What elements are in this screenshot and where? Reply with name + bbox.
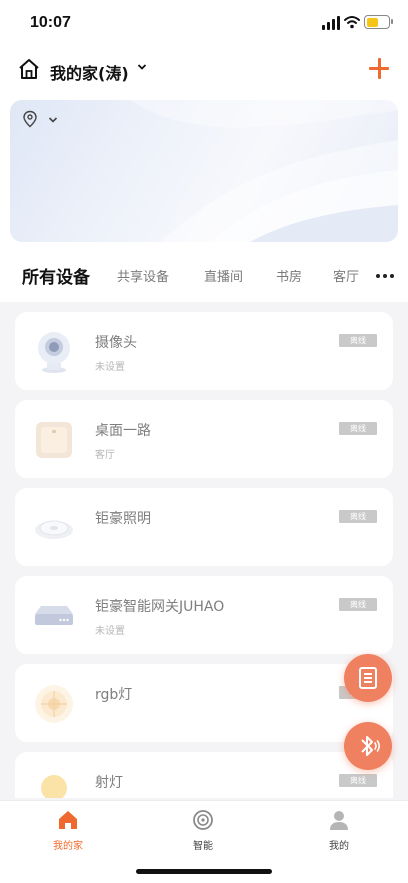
bluetooth-icon: [361, 736, 381, 756]
bulb-icon: [41, 775, 67, 798]
smart-icon: [193, 810, 213, 830]
tab-living-room[interactable]: 客厅: [333, 266, 359, 285]
status-badge: 离线: [339, 598, 377, 611]
device-room: 未设置: [95, 626, 125, 637]
nav-item-my-home[interactable]: 我的家: [38, 809, 98, 852]
tab-live-room[interactable]: 直播间: [204, 266, 243, 285]
device-name: 桌面一路: [95, 423, 151, 439]
device-card[interactable]: 射灯 离线: [15, 752, 393, 798]
status-time: 10:07: [30, 14, 71, 31]
ceiling-light-icon: [35, 520, 73, 539]
battery-level: [366, 17, 378, 27]
notes-fab-button[interactable]: [344, 654, 392, 702]
status-badge: 离线: [339, 510, 377, 523]
tab-all-devices[interactable]: 所有设备: [22, 263, 90, 288]
nav-label: 我的家: [53, 841, 83, 852]
battery-icon: [364, 15, 393, 29]
device-card[interactable]: 摄像头 未设置 离线: [15, 312, 393, 390]
device-name: 钜豪智能网关JUHAO: [95, 599, 225, 615]
bluetooth-fab-button[interactable]: [344, 722, 392, 770]
device-name: 钜豪照明: [95, 511, 151, 527]
weather-banner: [10, 100, 398, 242]
device-card[interactable]: 钜豪智能网关JUHAO 未设置 离线: [15, 576, 393, 654]
device-name: rgb灯: [95, 687, 133, 703]
home-icon[interactable]: [18, 58, 40, 80]
wall-switch-icon: [36, 422, 72, 458]
nav-item-smart[interactable]: 智能: [173, 809, 233, 852]
home-selector[interactable]: 我的家(涛): [50, 60, 129, 84]
status-badge: 离线: [339, 422, 377, 435]
tab-study[interactable]: 书房: [276, 266, 302, 285]
nav-label: 智能: [193, 841, 213, 852]
camera-icon: [38, 332, 70, 373]
banner-section: [0, 92, 408, 252]
status-badge: 离线: [339, 774, 377, 787]
device-card[interactable]: rgb灯 离线: [15, 664, 393, 742]
device-room: 客厅: [95, 450, 115, 461]
home-header: 我的家(涛): [0, 48, 408, 92]
status-bar: 10:07: [0, 0, 408, 48]
home-icon: [59, 811, 77, 829]
cellular-signal-icon: [322, 16, 340, 30]
nav-item-profile[interactable]: 我的: [309, 809, 369, 852]
tab-shared-devices[interactable]: 共享设备: [117, 266, 169, 285]
device-name: 射灯: [95, 775, 123, 791]
status-badge: 离线: [339, 334, 377, 347]
wave-background: [130, 100, 398, 242]
more-icon[interactable]: [376, 274, 396, 280]
document-icon: [359, 667, 377, 689]
nav-label: 我的: [329, 841, 349, 852]
location-chevron-icon[interactable]: [48, 116, 58, 124]
add-device-button[interactable]: [364, 54, 394, 84]
wifi-icon: [344, 16, 360, 29]
device-card[interactable]: 钜豪照明 离线: [15, 488, 393, 566]
room-tabs: 所有设备 共享设备 直播间 书房 客厅: [0, 252, 408, 302]
home-indicator: [136, 869, 272, 874]
location-icon[interactable]: [22, 110, 38, 128]
gateway-icon: [35, 606, 73, 625]
device-room: 未设置: [95, 362, 125, 373]
rgb-light-icon: [35, 685, 73, 723]
chevron-down-icon[interactable]: [137, 62, 147, 72]
device-name: 摄像头: [95, 335, 137, 351]
profile-icon: [330, 811, 348, 830]
device-card[interactable]: 桌面一路 客厅 离线: [15, 400, 393, 478]
